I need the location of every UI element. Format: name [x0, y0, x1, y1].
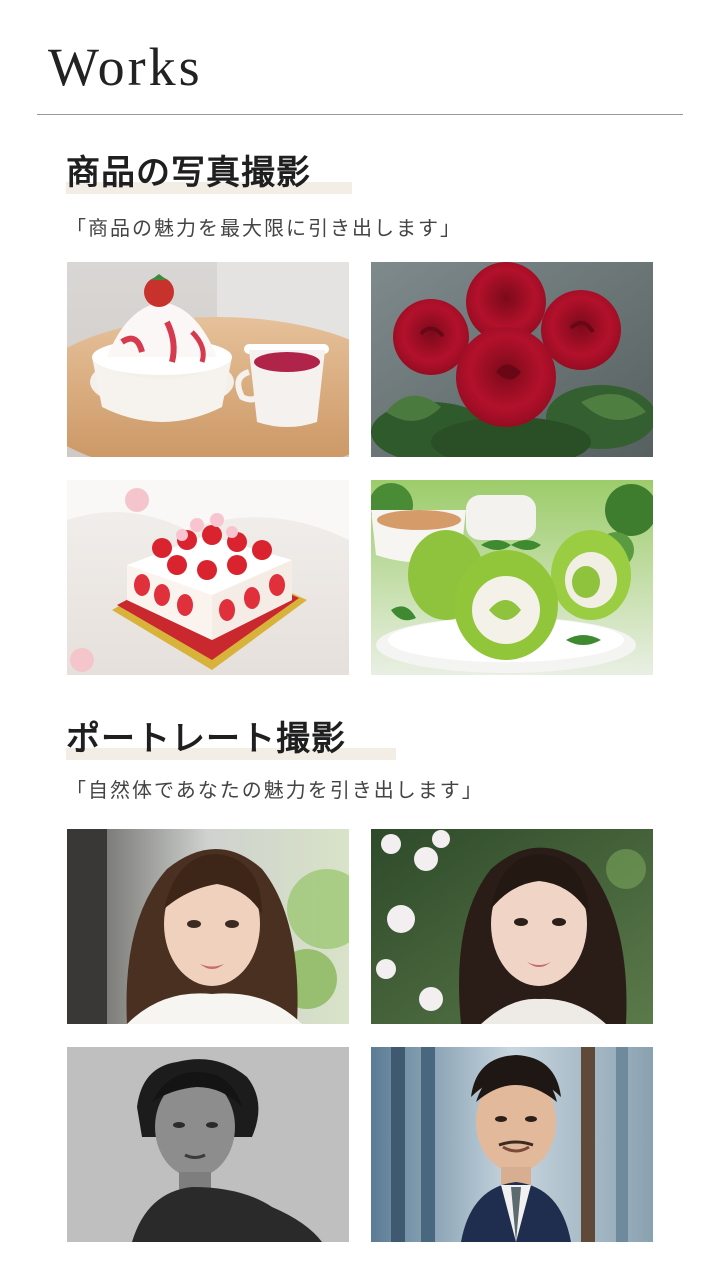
photo-red-roses[interactable] — [371, 262, 653, 457]
header-divider — [37, 114, 683, 115]
page-title: Works — [48, 37, 203, 97]
section-subtitle-portrait: 「自然体であなたの魅力を引き出します」 — [66, 778, 484, 802]
photo-portrait-man-suit[interactable] — [371, 1047, 653, 1242]
section-heading-portrait: ポートレート撮影 — [66, 716, 396, 762]
portrait-woman-flowers-image — [371, 829, 653, 1024]
section-heading-text: 商品の写真撮影 — [66, 153, 311, 193]
strawberry-shaved-ice-image — [67, 262, 349, 457]
photo-strawberry-shaved-ice[interactable] — [67, 262, 349, 457]
photo-portrait-man-monochrome[interactable] — [67, 1047, 349, 1242]
works-page: Works 商品の写真撮影 「商品の魅力を最大限に引き出します」 ポートレート撮… — [0, 0, 720, 1280]
matcha-roll-cake-image — [371, 480, 653, 675]
red-roses-image — [371, 262, 653, 457]
photo-portrait-woman-flowers[interactable] — [371, 829, 653, 1024]
section-heading-text: ポートレート撮影 — [66, 719, 346, 759]
photo-strawberry-shortcake[interactable] — [67, 480, 349, 675]
section-subtitle-product: 「商品の魅力を最大限に引き出します」 — [66, 216, 462, 240]
strawberry-shortcake-image — [67, 480, 349, 675]
portrait-man-monochrome-image — [67, 1047, 349, 1242]
photo-portrait-woman-sunlight[interactable] — [67, 829, 349, 1024]
section-heading-product: 商品の写真撮影 — [66, 150, 352, 196]
photo-matcha-roll-cake[interactable] — [371, 480, 653, 675]
portrait-woman-sunlight-image — [67, 829, 349, 1024]
portrait-man-suit-image — [371, 1047, 653, 1242]
